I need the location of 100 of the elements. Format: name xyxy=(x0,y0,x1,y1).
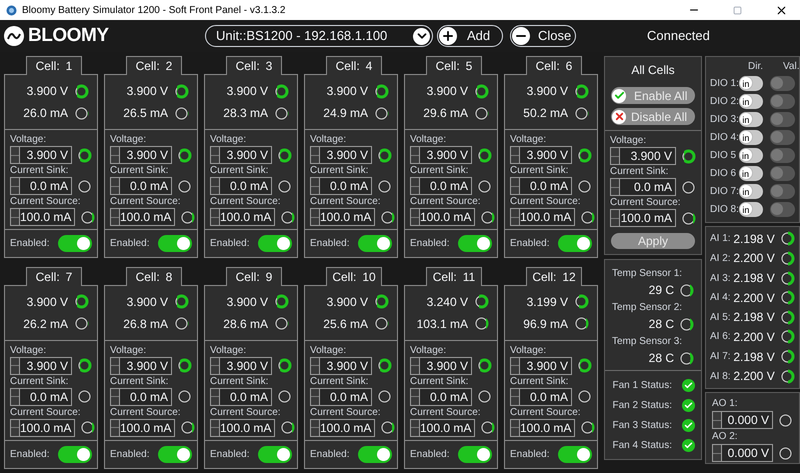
spin-buttons[interactable] xyxy=(411,388,420,404)
spin-buttons[interactable] xyxy=(611,210,620,226)
spin-buttons[interactable] xyxy=(11,358,20,374)
spin-buttons[interactable] xyxy=(611,148,620,164)
cell-tab[interactable]: Cell: 10 xyxy=(326,266,382,286)
spin-buttons[interactable] xyxy=(311,388,320,404)
value-toggle[interactable] xyxy=(770,112,795,126)
spin-buttons[interactable] xyxy=(211,147,220,163)
number-field[interactable]: 100.0 mA xyxy=(10,418,76,436)
direction-toggle[interactable]: in xyxy=(738,166,764,180)
number-field[interactable]: 0.0 mA xyxy=(410,388,472,406)
number-field[interactable]: 100.0 mA xyxy=(10,208,76,226)
toggle-switch[interactable] xyxy=(458,446,492,462)
number-field[interactable]: 3.900 V xyxy=(510,356,572,374)
toggle-switch[interactable] xyxy=(458,235,492,252)
unit-select[interactable]: Unit::BS1200 - 192.168.1.100 xyxy=(205,25,433,47)
number-field[interactable]: 100.0 mA xyxy=(510,418,576,436)
number-field[interactable]: 100.0 mA xyxy=(110,418,176,436)
number-field[interactable]: 100.0 mA xyxy=(110,208,176,226)
direction-toggle[interactable]: in xyxy=(738,202,764,216)
spin-buttons[interactable] xyxy=(311,147,320,163)
spin-buttons[interactable] xyxy=(111,388,120,404)
spin-buttons[interactable] xyxy=(411,147,420,163)
cell-tab[interactable]: Cell: 5 xyxy=(426,56,482,75)
spin-buttons[interactable] xyxy=(311,209,320,225)
spin-buttons[interactable] xyxy=(713,445,722,461)
spin-buttons[interactable] xyxy=(311,358,320,374)
number-field[interactable]: 100.0 mA xyxy=(610,209,676,227)
toggle-switch[interactable] xyxy=(358,235,392,252)
spin-buttons[interactable] xyxy=(211,420,220,436)
value-toggle[interactable] xyxy=(770,202,795,216)
spin-buttons[interactable] xyxy=(11,388,20,404)
value-toggle[interactable] xyxy=(770,130,795,144)
cell-tab[interactable]: Cell: 4 xyxy=(326,56,382,75)
number-field[interactable]: 3.900 V xyxy=(310,356,372,374)
cell-tab[interactable]: Cell: 1 xyxy=(26,56,82,75)
number-field[interactable]: 0.0 mA xyxy=(310,177,372,195)
spin-buttons[interactable] xyxy=(611,179,620,195)
spin-buttons[interactable] xyxy=(211,209,220,225)
number-field[interactable]: 3.900 V xyxy=(410,356,472,374)
number-field[interactable]: 0.0 mA xyxy=(10,388,72,406)
spin-buttons[interactable] xyxy=(713,412,722,428)
spin-buttons[interactable] xyxy=(111,209,120,225)
toggle-switch[interactable] xyxy=(158,235,192,252)
number-field[interactable]: 0.0 mA xyxy=(510,177,572,195)
number-field[interactable]: 0.0 mA xyxy=(10,177,72,195)
number-field[interactable]: 3.900 V xyxy=(310,146,372,164)
number-field[interactable]: 3.900 V xyxy=(610,147,676,165)
number-field[interactable]: 0.000 V xyxy=(712,444,773,462)
cell-tab[interactable]: Cell: 6 xyxy=(526,56,582,75)
spin-buttons[interactable] xyxy=(511,147,520,163)
spin-buttons[interactable] xyxy=(211,178,220,194)
value-toggle[interactable] xyxy=(770,148,795,162)
number-field[interactable]: 0.0 mA xyxy=(410,177,472,195)
cell-tab[interactable]: Cell: 12 xyxy=(526,266,582,286)
spin-buttons[interactable] xyxy=(211,388,220,404)
number-field[interactable]: 0.0 mA xyxy=(210,177,272,195)
number-field[interactable]: 100.0 mA xyxy=(410,208,476,226)
direction-toggle[interactable]: in xyxy=(738,184,764,198)
cell-tab[interactable]: Cell: 9 xyxy=(226,266,282,286)
add-button[interactable]: Add xyxy=(437,25,503,47)
toggle-switch[interactable] xyxy=(258,446,292,462)
spin-buttons[interactable] xyxy=(511,178,520,194)
toggle-switch[interactable] xyxy=(158,446,192,462)
cell-tab[interactable]: Cell: 8 xyxy=(126,266,182,286)
spin-buttons[interactable] xyxy=(511,209,520,225)
number-field[interactable]: 3.900 V xyxy=(510,146,572,164)
cell-tab[interactable]: Cell: 7 xyxy=(26,266,82,286)
number-field[interactable]: 0.0 mA xyxy=(310,388,372,406)
cell-tab[interactable]: Cell: 3 xyxy=(226,56,282,75)
direction-toggle[interactable]: in xyxy=(738,148,764,162)
value-toggle[interactable] xyxy=(770,94,795,108)
toggle-switch[interactable] xyxy=(358,446,392,462)
number-field[interactable]: 0.0 mA xyxy=(610,178,676,196)
number-field[interactable]: 100.0 mA xyxy=(210,208,276,226)
close-icon[interactable] xyxy=(775,4,788,16)
number-field[interactable]: 100.0 mA xyxy=(310,208,376,226)
cell-tab[interactable]: Cell: 2 xyxy=(126,56,182,75)
value-toggle[interactable] xyxy=(770,76,795,90)
maximize-icon[interactable] xyxy=(733,6,742,14)
number-field[interactable]: 0.0 mA xyxy=(110,177,172,195)
number-field[interactable]: 100.0 mA xyxy=(310,418,376,436)
number-field[interactable]: 3.900 V xyxy=(110,146,172,164)
spin-buttons[interactable] xyxy=(111,420,120,436)
direction-toggle[interactable]: in xyxy=(738,76,764,90)
spin-buttons[interactable] xyxy=(511,358,520,374)
direction-toggle[interactable]: in xyxy=(738,112,764,126)
number-field[interactable]: 100.0 mA xyxy=(510,208,576,226)
spin-buttons[interactable] xyxy=(11,420,20,436)
spin-buttons[interactable] xyxy=(411,358,420,374)
spin-buttons[interactable] xyxy=(311,178,320,194)
spin-buttons[interactable] xyxy=(111,147,120,163)
toggle-switch[interactable] xyxy=(58,446,92,462)
spin-buttons[interactable] xyxy=(211,358,220,374)
spin-buttons[interactable] xyxy=(11,209,20,225)
spin-buttons[interactable] xyxy=(411,209,420,225)
spin-buttons[interactable] xyxy=(11,147,20,163)
number-field[interactable]: 0.0 mA xyxy=(210,388,272,406)
number-field[interactable]: 3.900 V xyxy=(10,146,72,164)
number-field[interactable]: 3.900 V xyxy=(110,356,172,374)
